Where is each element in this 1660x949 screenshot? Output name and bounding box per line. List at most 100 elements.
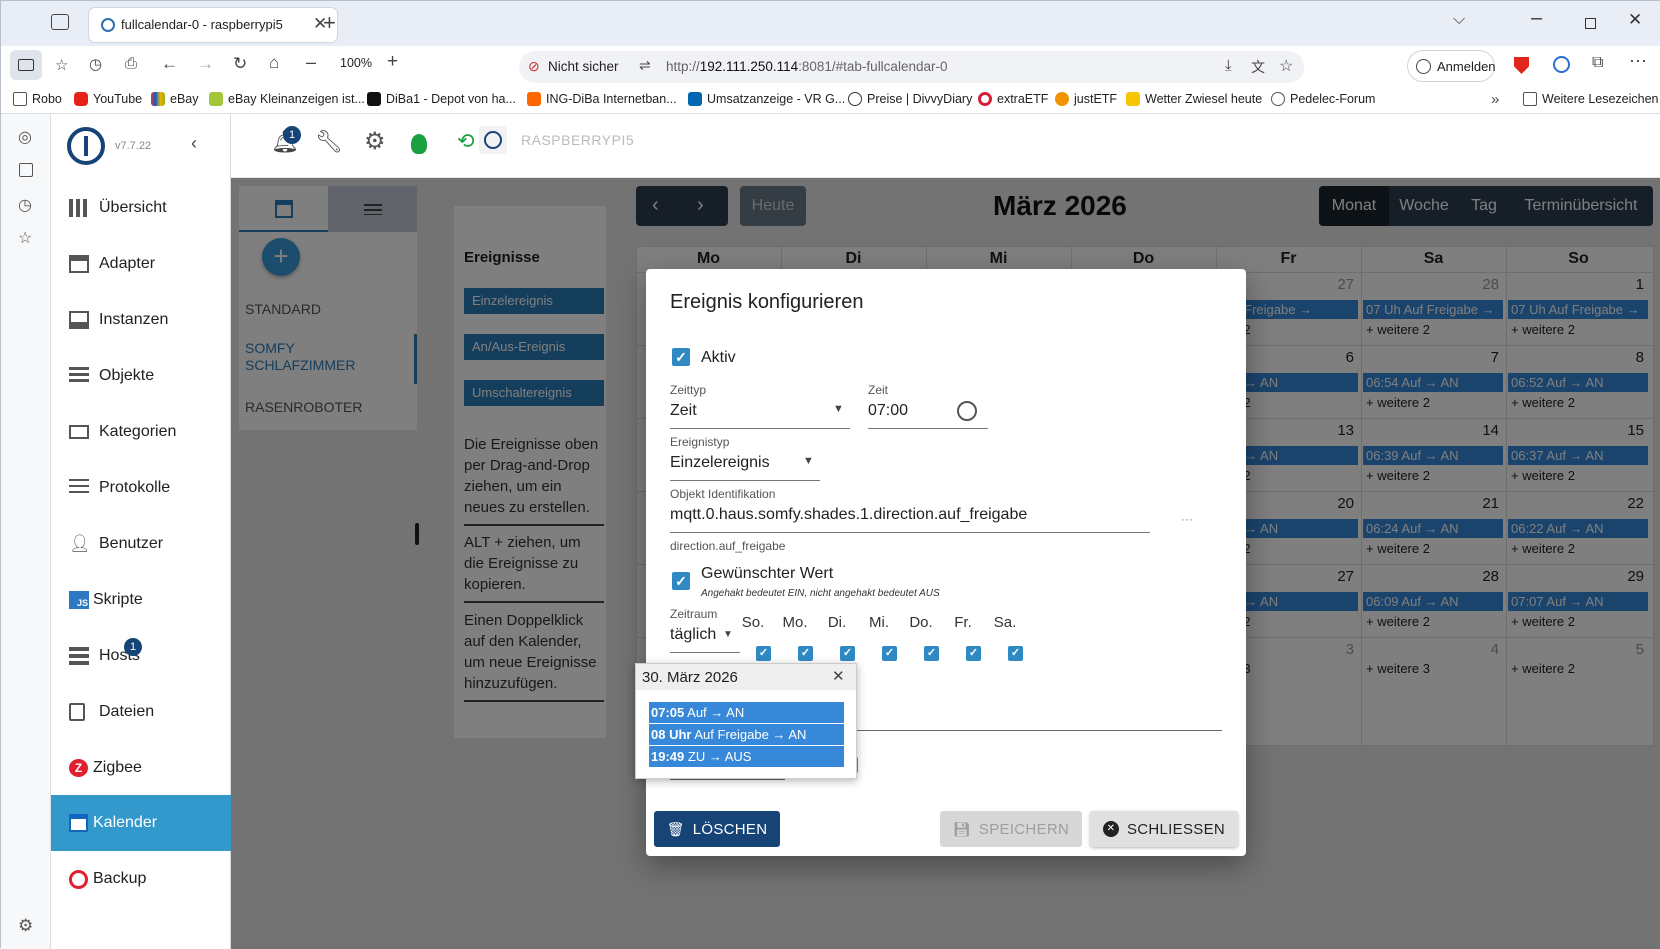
popover-event[interactable]: 19:49 ZU → AUS <box>649 746 844 767</box>
nav-item-logs[interactable]: Protokolle <box>51 460 231 516</box>
save-button[interactable]: 💾︎ SPEICHERN <box>940 811 1082 847</box>
copilot-icon[interactable]: ◎ <box>18 127 32 147</box>
bookmark-item[interactable]: justETF <box>1055 92 1117 106</box>
extension-icon[interactable] <box>1553 56 1570 73</box>
nav-label: Protokolle <box>99 479 171 496</box>
desired-value-checkbox[interactable]: ✓ <box>672 572 690 590</box>
nav-item-overview[interactable]: Übersicht <box>51 180 231 236</box>
history-icon[interactable]: ◷ <box>89 55 102 73</box>
favorites-panel-icon[interactable]: ☆ <box>18 228 32 248</box>
expert-mode-icon[interactable] <box>411 134 427 154</box>
nav-item-calendar[interactable]: Kalender <box>51 795 231 851</box>
bookmark-label: justETF <box>1074 92 1118 106</box>
print-icon[interactable]: ⎙ <box>125 55 137 72</box>
bookmark-item[interactable]: YouTube <box>74 92 142 106</box>
more-bookmarks-chevron-icon[interactable]: » <box>1491 91 1499 108</box>
restart-icon[interactable]: ⟲ <box>457 129 475 154</box>
tab-list-chevron-icon[interactable]: ⌵ <box>1453 11 1465 29</box>
nav-item-objects[interactable]: Objekte <box>51 348 231 404</box>
tab-overview-icon[interactable] <box>51 14 69 30</box>
nav-label: Zigbee <box>93 759 142 776</box>
other-bookmarks-folder[interactable]: Weitere Lesezeichen <box>1523 92 1659 106</box>
nav-item-adapter[interactable]: Adapter <box>51 236 231 292</box>
nav-item-users[interactable]: 👤︎ Benutzer <box>51 516 231 572</box>
sidebar-toggle-button[interactable] <box>10 50 42 80</box>
history-panel-icon[interactable]: ◷ <box>18 195 32 215</box>
new-tab-icon[interactable]: + <box>323 10 336 36</box>
iobroker-favicon-icon <box>101 18 115 32</box>
period-select[interactable]: täglich ▼ <box>670 623 740 653</box>
bookmark-item[interactable]: DiBa1 - Depot von ha... <box>367 92 516 106</box>
home-icon[interactable]: ⌂ <box>269 53 279 73</box>
active-checkbox[interactable]: ✓ <box>672 348 690 366</box>
signin-button[interactable]: Anmelden <box>1407 50 1496 82</box>
bookmark-item[interactable]: Pedelec-Forum <box>1271 92 1375 106</box>
nav-item-backup[interactable]: Backup <box>51 851 231 907</box>
reload-icon[interactable]: ↻ <box>233 54 247 74</box>
close-button[interactable]: ✕ SCHLIESSEN <box>1090 811 1238 847</box>
bookmark-item[interactable]: eBay Kleinanzeigen ist... <box>209 92 365 106</box>
bookmark-item[interactable]: extraETF <box>978 92 1048 106</box>
bookmark-item[interactable]: Robo <box>13 92 62 106</box>
zoom-out-icon[interactable]: – <box>306 52 316 73</box>
divvydiary-icon <box>848 92 862 106</box>
nav-item-hosts[interactable]: Hosts 1 <box>51 628 231 684</box>
weekday-checkbox-mon[interactable]: ✓ <box>798 646 813 661</box>
bookmark-label: Robo <box>32 92 62 106</box>
extensions-puzzle-icon[interactable]: ⧉ <box>1592 54 1603 72</box>
clock-icon[interactable] <box>957 401 977 421</box>
weekday-checkbox-tue[interactable]: ✓ <box>840 646 855 661</box>
security-label[interactable]: Nicht sicher <box>548 59 619 74</box>
zoom-level[interactable]: 100% <box>340 56 372 70</box>
popover-event[interactable]: 08 Uhr Auf Freigabe → AN <box>649 724 844 745</box>
settings-icon[interactable]: ⚙ <box>364 127 386 156</box>
popover-event[interactable]: 07:05 Auf → AN <box>649 702 844 723</box>
zoom-in-icon[interactable]: + <box>387 51 398 73</box>
weekday-checkbox-thu[interactable]: ✓ <box>924 646 939 661</box>
bookmark-item[interactable]: eBay <box>151 92 199 106</box>
translate-icon[interactable]: 文 <box>1251 57 1265 77</box>
time-type-label: Zeittyp <box>670 383 707 397</box>
weekday-checkbox-fri[interactable]: ✓ <box>966 646 981 661</box>
event-type-select[interactable]: Einzelereignis ▼ <box>670 451 820 481</box>
favorite-star-icon[interactable]: ☆ <box>1279 56 1293 76</box>
more-menu-icon[interactable]: ⋯ <box>1629 51 1647 72</box>
site-settings-icon[interactable]: ⇌ <box>639 57 651 74</box>
app-toolbar: 🔔︎ 1 🔧︎ ⚙ ⟲ RASPBERRYPI5 <box>231 114 1660 178</box>
nav-item-instances[interactable]: Instanzen <box>51 292 231 348</box>
bookmark-item[interactable]: Preise | DivvyDiary <box>848 92 972 106</box>
notifications-badge: 1 <box>283 126 301 144</box>
time-input[interactable]: 07:00 <box>868 399 988 429</box>
bookmark-item[interactable]: Wetter Zwiesel heute <box>1126 92 1262 106</box>
weekday-checkbox-sat[interactable]: ✓ <box>1008 646 1023 661</box>
maximize-icon[interactable] <box>1585 18 1596 29</box>
back-icon[interactable]: ← <box>161 54 178 74</box>
wrench-icon[interactable]: 🔧︎ <box>315 129 343 155</box>
delete-button[interactable]: 🗑︎ LÖSCHEN <box>654 811 780 847</box>
weekday-label: Mo. <box>782 614 808 631</box>
weekday-checkbox-wed[interactable]: ✓ <box>882 646 897 661</box>
object-id-input[interactable]: mqtt.0.haus.somfy.shades.1.direction.auf… <box>670 503 1150 533</box>
weekday-checkbox-sun[interactable]: ✓ <box>756 646 771 661</box>
bookmark-item[interactable]: Umsatzanzeige - VR G... <box>688 92 845 106</box>
nav-item-categories[interactable]: Kategorien <box>51 404 231 460</box>
minimize-icon[interactable]: – <box>1531 7 1542 30</box>
url-text[interactable]: http://192.111.250.114:8081/#tab-fullcal… <box>666 59 947 74</box>
window-close-icon[interactable]: ✕ <box>1628 10 1642 30</box>
browser-tab[interactable]: fullcalendar-0 - raspberrypi5 ✕ <box>89 8 337 42</box>
time-type-select[interactable]: Zeit ▼ <box>670 399 850 429</box>
settings-gear-icon[interactable]: ⚙ <box>18 916 33 936</box>
install-app-icon[interactable]: ⤓ <box>1225 57 1232 74</box>
collapse-sidebar-icon[interactable]: ‹ <box>191 133 197 154</box>
collections-icon[interactable]: ☆ <box>55 56 68 74</box>
collections-panel-icon[interactable] <box>19 163 33 177</box>
object-browse-icon[interactable]: ··· <box>1181 512 1193 526</box>
nav-item-scripts[interactable]: JS Skripte <box>51 572 231 628</box>
nav-item-files[interactable]: Dateien <box>51 684 231 740</box>
bookmark-item[interactable]: ING-DiBa Internetban... <box>527 92 677 106</box>
address-bar[interactable]: ⊘ Nicht sicher ⇌ http://192.111.250.114:… <box>519 51 1304 83</box>
popover-close-icon[interactable]: ✕ <box>832 667 845 685</box>
bookmark-label: extraETF <box>997 92 1049 106</box>
nav-item-zigbee[interactable]: Z Zigbee <box>51 740 231 796</box>
forward-icon[interactable]: → <box>197 54 214 74</box>
